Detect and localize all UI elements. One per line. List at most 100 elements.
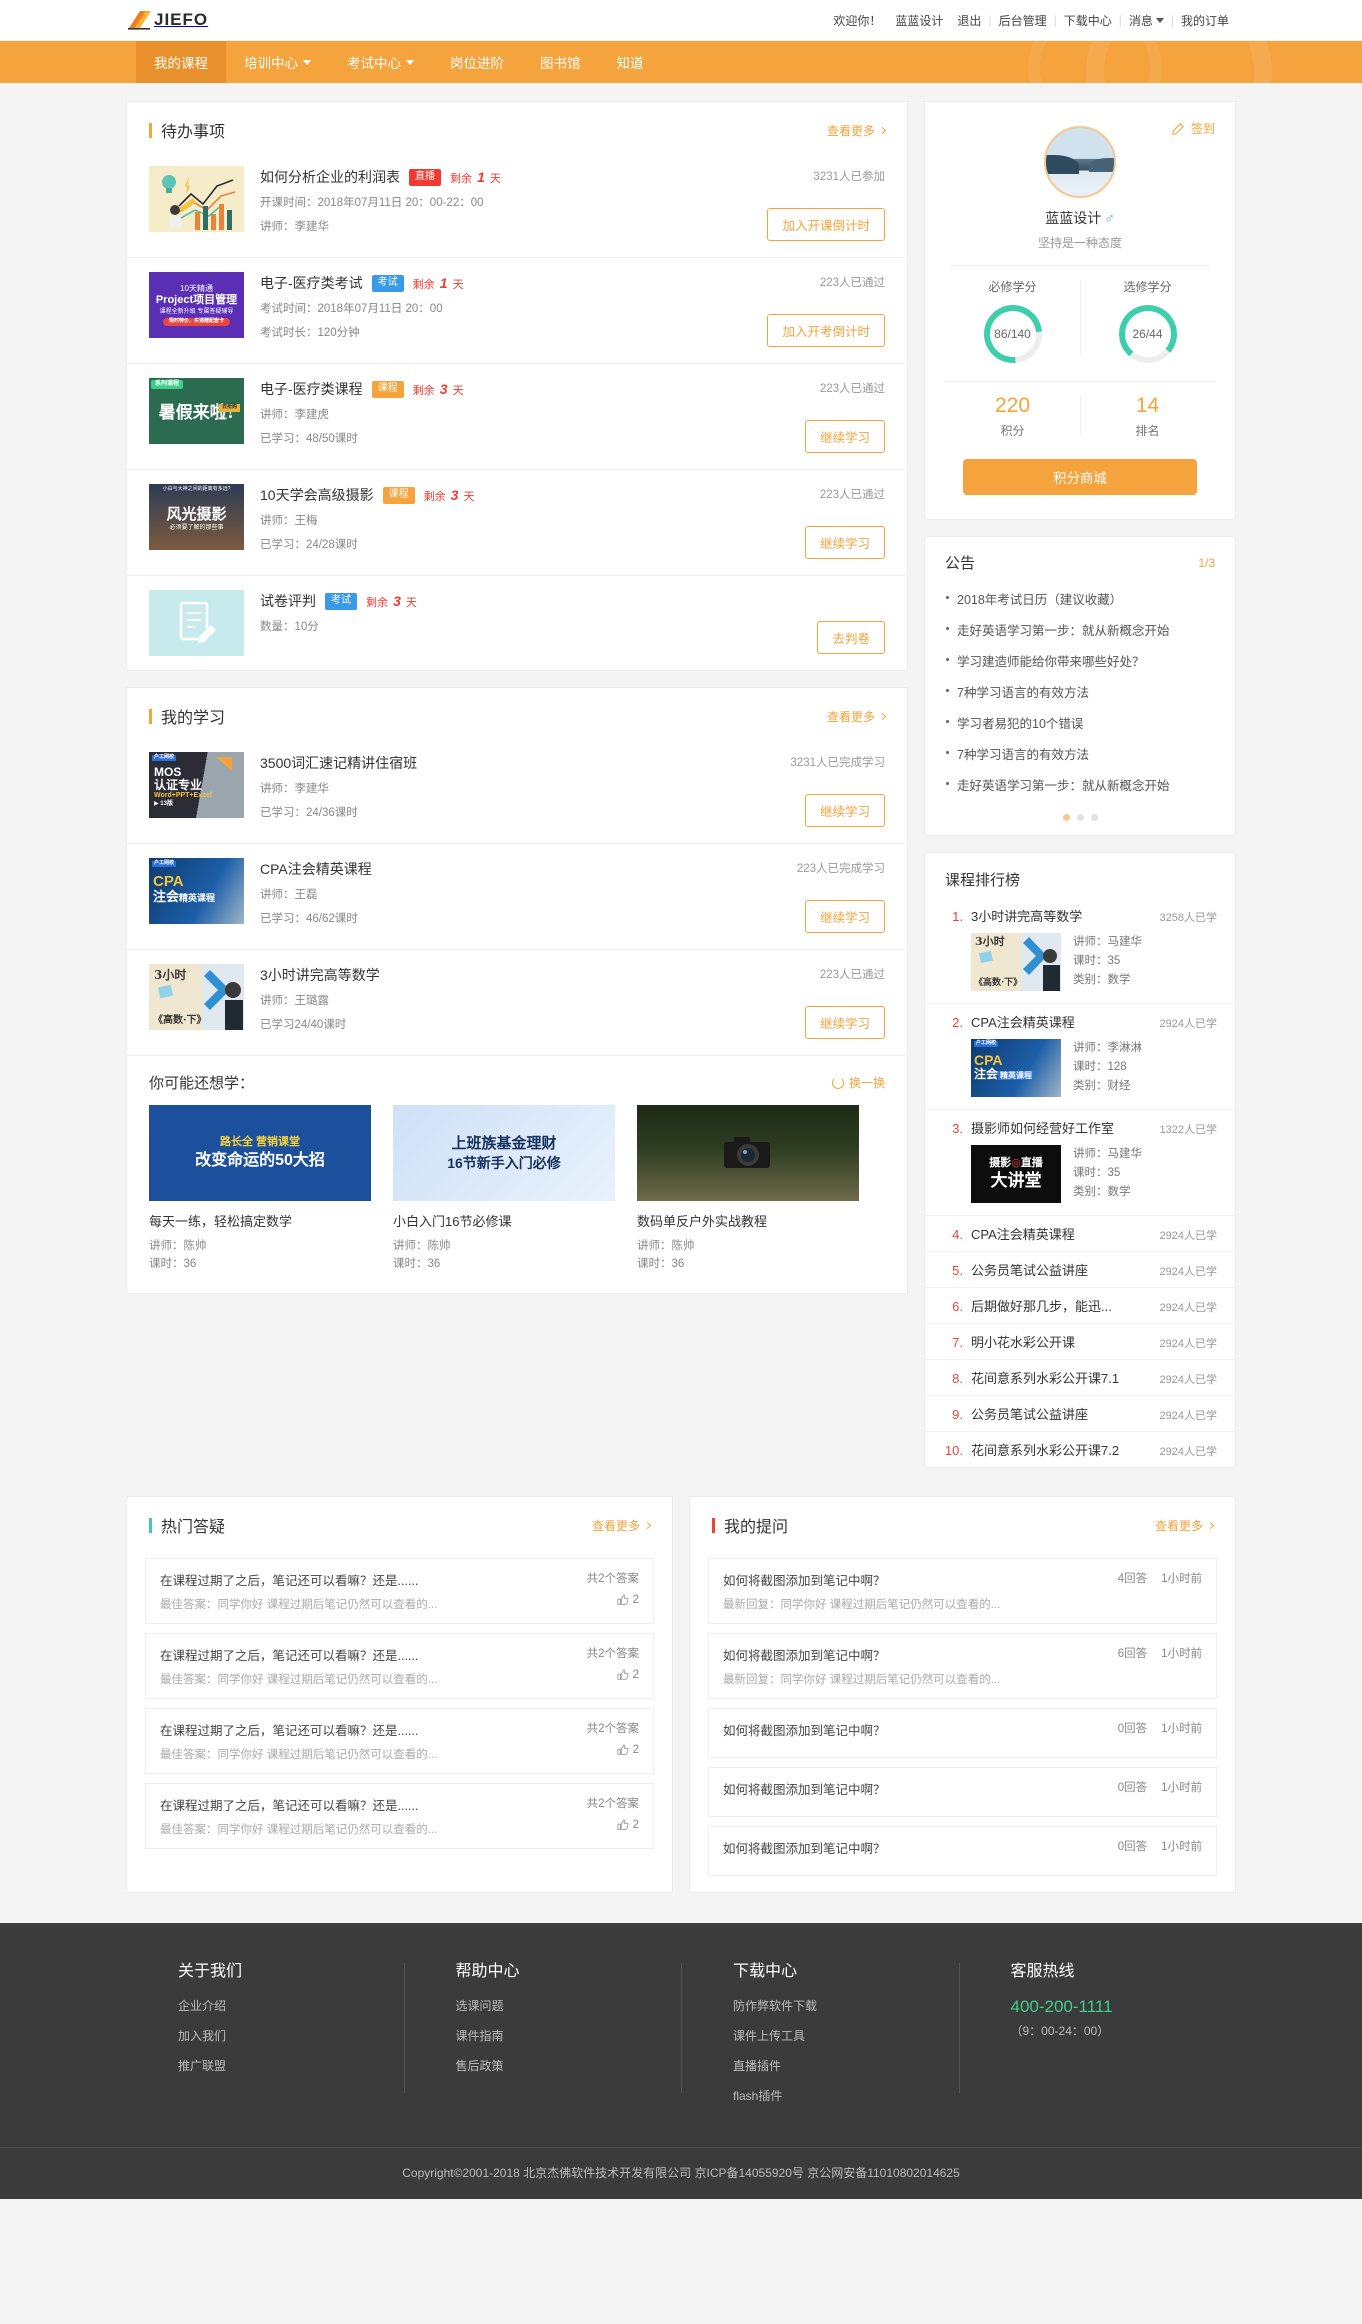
message-link[interactable]: 消息: [1122, 12, 1171, 29]
logout-link[interactable]: 退出: [950, 12, 988, 29]
todo-thumbnail[interactable]: 系列课程 暑假来啦! 去抢购: [149, 378, 244, 444]
todo-row[interactable]: 试卷评判 考试 剩余 3 天 数量：10分 去判卷: [127, 575, 907, 670]
learning-thumbnail[interactable]: 户工网校 CPA 注会精英课程: [149, 858, 244, 924]
nav-item-5[interactable]: 知道: [599, 41, 662, 83]
todo-row[interactable]: 系列课程 暑假来啦! 去抢购 电子-医疗类课程 课程 剩余 3 天 讲师：李建虎…: [127, 363, 907, 469]
my-qa-item[interactable]: 如何将截图添加到笔记中啊？ 0回答 1小时前: [708, 1767, 1217, 1817]
announcement-item[interactable]: 2018年考试日历（建议收藏）: [945, 583, 1215, 614]
todo-action-button[interactable]: 继续学习: [805, 526, 885, 559]
nav-item-0[interactable]: 我的课程: [136, 41, 226, 83]
learning-more-link[interactable]: 查看更多: [827, 708, 885, 725]
hot-qa-likes[interactable]: 2: [587, 1594, 639, 1606]
ranking-item[interactable]: 10. 花间意系列水彩公开课7.2 2924人已学: [925, 1431, 1235, 1467]
footer-link[interactable]: 直播插件: [733, 2057, 959, 2074]
dot-1[interactable]: [1063, 814, 1070, 821]
announcement-item[interactable]: 学习建造师能给你带来哪些好处？: [945, 645, 1215, 676]
ranking-item[interactable]: 5. 公务员笔试公益讲座 2924人已学: [925, 1251, 1235, 1287]
todo-row[interactable]: 小白与大神之间的距离有多远? 风光摄影 必须要了解的那些事 10天学会高级摄影 …: [127, 469, 907, 575]
learning-continue-button[interactable]: 继续学习: [805, 1006, 885, 1039]
announcement-item[interactable]: 7种学习语言的有效方法: [945, 676, 1215, 707]
footer-link[interactable]: 加入我们: [178, 2027, 404, 2044]
ranking-item[interactable]: 3. 摄影师如何经营好工作室 1322人已学 摄影◎直播 大讲堂 讲师：马建华 …: [925, 1109, 1235, 1215]
my-qa-more-link[interactable]: 查看更多: [1155, 1517, 1213, 1534]
recommend-card[interactable]: 路长全 营销课堂 改变命运的50大招 每天一练，轻松搞定数学 讲师：陈帅 课时：…: [149, 1105, 371, 1273]
nav-item-4[interactable]: 图书馆: [522, 41, 599, 83]
hot-qa-likes[interactable]: 2: [587, 1819, 639, 1831]
hot-qa-more-link[interactable]: 查看更多: [592, 1517, 650, 1534]
ranking-thumbnail[interactable]: 3小时 《高数·下》: [971, 933, 1061, 991]
announcement-item[interactable]: 7种学习语言的有效方法: [945, 738, 1215, 769]
announcement-item[interactable]: 走好英语学习第一步：就从新概念开始: [945, 614, 1215, 645]
todo-action-button[interactable]: 去判卷: [817, 621, 885, 654]
recommend-card[interactable]: 数码单反户外实战教程 讲师：陈帅 课时：36: [637, 1105, 859, 1273]
todo-thumbnail[interactable]: 小白与大神之间的距离有多远? 风光摄影 必须要了解的那些事: [149, 484, 244, 550]
my-qa-item[interactable]: 如何将截图添加到笔记中啊？ 0回答 1小时前: [708, 1826, 1217, 1876]
hot-qa-likes[interactable]: 2: [587, 1669, 639, 1681]
learning-thumbnail[interactable]: 3小时 《高数·下》: [149, 964, 244, 1030]
my-orders-link[interactable]: 我的订单: [1174, 12, 1236, 29]
learning-row[interactable]: 3小时 《高数·下》 3小时讲完高等数学 讲师：王璐露 已学习24/40课时 2…: [127, 949, 907, 1055]
dot-2[interactable]: [1077, 814, 1084, 821]
footer-link[interactable]: 推广联盟: [178, 2057, 404, 2074]
nav-item-2[interactable]: 考试中心: [329, 41, 432, 83]
dot-3[interactable]: [1091, 814, 1098, 821]
todo-thumbnail[interactable]: [149, 590, 244, 656]
ranking-item[interactable]: 7. 明小花水彩公开课 2924人已学: [925, 1323, 1235, 1359]
ranking-item[interactable]: 2. CPA注会精英课程 2924人已学 户工网校 CPA 注会精英课程 讲师：…: [925, 1003, 1235, 1109]
download-center-link[interactable]: 下载中心: [1057, 12, 1119, 29]
ranking-thumbnail[interactable]: 摄影◎直播 大讲堂: [971, 1145, 1061, 1203]
recommend-thumbnail[interactable]: [637, 1105, 859, 1201]
hot-qa-likes[interactable]: 2: [587, 1744, 639, 1756]
site-logo[interactable]: JIEFO: [126, 9, 208, 31]
ranking-thumbnail[interactable]: 户工网校 CPA 注会精英课程: [971, 1039, 1061, 1097]
recommend-thumbnail[interactable]: 路长全 营销课堂 改变命运的50大招: [149, 1105, 371, 1201]
todo-action-button[interactable]: 加入开考倒计时: [767, 314, 885, 347]
ranking-item[interactable]: 9. 公务员笔试公益讲座 2924人已学: [925, 1395, 1235, 1431]
logo-text: JIEFO: [154, 10, 208, 30]
ranking-item[interactable]: 1. 3小时讲完高等数学 3258人已学 3小时 《高数·下》 讲师：马建华 课…: [925, 898, 1235, 1003]
hot-qa-item[interactable]: 在课程过期了之后，笔记还可以看嘛？还是...... 最佳答案：同学你好 课程过期…: [145, 1783, 654, 1849]
ranking-item[interactable]: 6. 后期做好那几步，能迅... 2924人已学: [925, 1287, 1235, 1323]
my-qa-item[interactable]: 如何将截图添加到笔记中啊？ 最新回复：同学你好 课程过期后笔记仍然可以查看的..…: [708, 1558, 1217, 1624]
learning-continue-button[interactable]: 继续学习: [805, 794, 885, 827]
footer-link[interactable]: 选课问题: [456, 1997, 682, 2014]
todo-thumbnail[interactable]: 10天精通 Project项目管理 课程全新升级 专属答疑辅导 限时特价，买课赠…: [149, 272, 244, 338]
footer-link[interactable]: 售后政策: [456, 2057, 682, 2074]
admin-link[interactable]: 后台管理: [992, 12, 1054, 29]
ranking-learner-count: 2924人已学: [1160, 1263, 1217, 1279]
todo-action-button[interactable]: 加入开课倒计时: [767, 208, 885, 241]
learning-continue-button[interactable]: 继续学习: [805, 900, 885, 933]
avatar[interactable]: [1044, 126, 1116, 198]
todo-row[interactable]: 如何分析企业的利润表 直播 剩余 1 天 开课时间：2018年07月11日 20…: [127, 152, 907, 257]
recommend-card[interactable]: 上班族基金理财 16节新手入门必修 小白入门16节必修课 讲师：陈帅 课时：36: [393, 1105, 615, 1273]
footer-link[interactable]: 课件上传工具: [733, 2027, 959, 2044]
points-shop-button[interactable]: 积分商城: [963, 459, 1197, 495]
ranking-item[interactable]: 8. 花间意系列水彩公开课7.1 2924人已学: [925, 1359, 1235, 1395]
learning-row[interactable]: 户工网校 CPA 注会精英课程 CPA注会精英课程 讲师：王磊 已学习：46/6…: [127, 843, 907, 949]
todo-action-button[interactable]: 继续学习: [805, 420, 885, 453]
todo-more-link[interactable]: 查看更多: [827, 122, 885, 139]
check-in-button[interactable]: 签到: [1172, 120, 1215, 137]
username-link[interactable]: 蓝蓝设计: [888, 12, 950, 29]
todo-thumbnail[interactable]: [149, 166, 244, 232]
footer-link[interactable]: 企业介绍: [178, 1997, 404, 2014]
hot-qa-item[interactable]: 在课程过期了之后，笔记还可以看嘛？还是...... 最佳答案：同学你好 课程过期…: [145, 1633, 654, 1699]
nav-item-1[interactable]: 培训中心: [226, 41, 329, 83]
footer-link[interactable]: flash插件: [733, 2087, 959, 2104]
nav-item-3[interactable]: 岗位进阶: [432, 41, 522, 83]
todo-row[interactable]: 10天精通 Project项目管理 课程全新升级 专属答疑辅导 限时特价，买课赠…: [127, 257, 907, 363]
announcement-item[interactable]: 走好英语学习第一步：就从新概念开始: [945, 769, 1215, 800]
learning-row[interactable]: 户工网校 MOS 认证专业 Word+PPT+Excel ▶ 13版 3500词…: [127, 738, 907, 843]
learning-thumbnail[interactable]: 户工网校 MOS 认证专业 Word+PPT+Excel ▶ 13版: [149, 752, 244, 818]
hot-qa-item[interactable]: 在课程过期了之后，笔记还可以看嘛？还是...... 最佳答案：同学你好 课程过期…: [145, 1558, 654, 1624]
hot-qa-item[interactable]: 在课程过期了之后，笔记还可以看嘛？还是...... 最佳答案：同学你好 课程过期…: [145, 1708, 654, 1774]
footer-link[interactable]: 防作弊软件下载: [733, 1997, 959, 2014]
recommend-thumbnail[interactable]: 上班族基金理财 16节新手入门必修: [393, 1105, 615, 1201]
my-qa-item[interactable]: 如何将截图添加到笔记中啊？ 最新回复：同学你好 课程过期后笔记仍然可以查看的..…: [708, 1633, 1217, 1699]
footer-link[interactable]: 课件指南: [456, 2027, 682, 2044]
announcement-item[interactable]: 学习者易犯的10个错误: [945, 707, 1215, 738]
ranking-item[interactable]: 4. CPA注会精英课程 2924人已学: [925, 1215, 1235, 1251]
announcement-dots[interactable]: [925, 808, 1235, 835]
refresh-recommend-button[interactable]: 换一换: [832, 1074, 885, 1091]
my-qa-item[interactable]: 如何将截图添加到笔记中啊？ 0回答 1小时前: [708, 1708, 1217, 1758]
